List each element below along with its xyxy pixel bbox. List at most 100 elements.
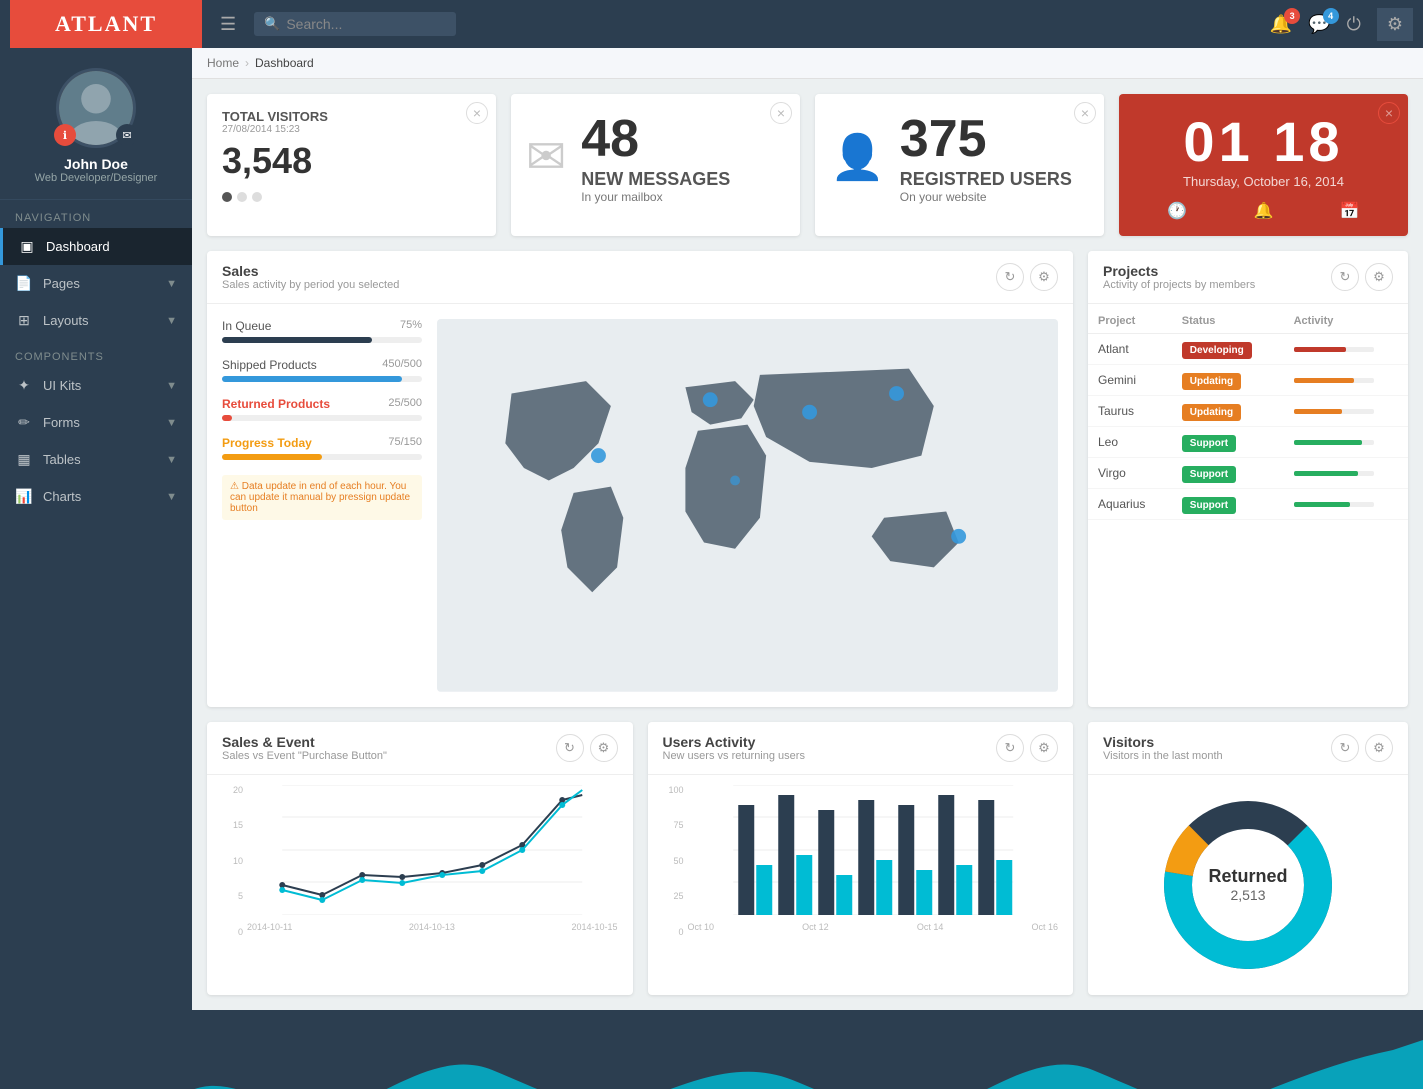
project-status: Updating: [1172, 396, 1284, 427]
dot-1[interactable]: [222, 192, 232, 202]
project-activity: [1284, 365, 1408, 396]
projects-table: Project Status Activity Atlant Developin…: [1088, 309, 1408, 520]
messages-desc: In your mailbox: [581, 190, 785, 204]
activity-bar-fill: [1294, 502, 1350, 507]
sidebar-profile: ℹ ✉ John Doe Web Developer/Designer: [0, 48, 192, 200]
settings-button[interactable]: ⚙: [590, 734, 618, 762]
area-section: Returned New: [192, 1010, 1423, 1089]
sidebar-item-tables[interactable]: ▦ Tables ▼: [0, 441, 192, 478]
project-name: Aquarius: [1088, 489, 1172, 520]
line-chart-svg-area: 2014-10-11 2014-10-13 2014-10-15: [247, 785, 618, 937]
activity-bar-wrap: [1294, 440, 1374, 445]
stat-card-users: × 👤 375 REGISTRED USERS On your website: [815, 94, 1104, 236]
activity-bar-fill: [1294, 409, 1342, 414]
alarm-icon[interactable]: 🔔: [1254, 201, 1274, 221]
refresh-button[interactable]: ↻: [996, 263, 1024, 291]
close-button[interactable]: ×: [1074, 102, 1096, 124]
activity-bar-fill: [1294, 378, 1354, 383]
metric-returned: Returned Products 25/500: [222, 397, 422, 421]
users-activity-title: Users Activity: [663, 734, 997, 750]
project-status: Developing: [1172, 334, 1284, 365]
calendar-icon[interactable]: 📅: [1340, 201, 1360, 221]
users-label: REGISTRED USERS: [900, 169, 1089, 190]
settings-button[interactable]: ⚙: [1030, 734, 1058, 762]
visitors-title: Visitors: [1103, 734, 1331, 750]
settings-button[interactable]: ⚙: [1030, 263, 1058, 291]
project-activity: [1284, 427, 1408, 458]
sales-alert: ⚠ Data update in end of each hour. You c…: [222, 475, 422, 520]
bar-chart-svg: [688, 785, 1059, 915]
close-button[interactable]: ×: [770, 102, 792, 124]
breadcrumb-home[interactable]: Home: [207, 56, 239, 70]
settings-button[interactable]: ⚙: [1377, 8, 1413, 41]
settings-button[interactable]: ⚙: [1365, 734, 1393, 762]
visitors-panel: Visitors Visitors in the last month ↻ ⚙: [1088, 722, 1408, 995]
activity-bar-bg: [1294, 378, 1374, 383]
metric-shipped-label: Shipped Products 450/500: [222, 358, 422, 372]
users-activity-actions: ↻ ⚙: [996, 734, 1058, 762]
dot-2[interactable]: [237, 192, 247, 202]
sidebar-item-uikits[interactable]: ✦ UI Kits ▼: [0, 367, 192, 404]
status-badge: Support: [1182, 435, 1236, 452]
donut-area: Returned 2,513: [1088, 775, 1408, 995]
clock-icon[interactable]: 🕐: [1167, 201, 1187, 221]
refresh-button[interactable]: ↻: [1331, 734, 1359, 762]
dot-3[interactable]: [252, 192, 262, 202]
donut-center-labels: Returned 2,513: [1208, 866, 1287, 903]
world-map: [437, 319, 1058, 692]
avatar-mail-icon[interactable]: ✉: [116, 124, 138, 146]
sales-event-actions: ↻ ⚙: [556, 734, 618, 762]
x-label: Oct 16: [1031, 922, 1058, 932]
sidebar-item-forms[interactable]: ✏ Forms ▼: [0, 404, 192, 441]
refresh-button[interactable]: ↻: [1331, 263, 1359, 291]
refresh-button[interactable]: ↻: [556, 734, 584, 762]
users-activity-text: Users Activity New users vs returning us…: [663, 734, 997, 762]
settings-button[interactable]: ⚙: [1365, 263, 1393, 291]
chevron-down-icon: ▼: [166, 315, 177, 327]
sidebar-item-label: Dashboard: [46, 239, 177, 254]
activity-bar-bg: [1294, 440, 1374, 445]
chevron-down-icon: ▼: [166, 454, 177, 466]
clock-date: Thursday, October 16, 2014: [1134, 174, 1393, 189]
close-button[interactable]: ×: [1378, 102, 1400, 124]
metric-inqueue: In Queue 75%: [222, 319, 422, 343]
activity-bar-wrap: [1294, 471, 1374, 476]
x-label: Oct 10: [688, 922, 715, 932]
visitors-actions: ↻ ⚙: [1331, 734, 1393, 762]
chart-x-labels: 2014-10-11 2014-10-13 2014-10-15: [247, 920, 618, 937]
sidebar-item-dashboard[interactable]: ▣ Dashboard: [0, 228, 192, 265]
sidebar-item-label: Forms: [43, 415, 156, 430]
messages-count: 48: [581, 109, 785, 169]
content-area: Home › Dashboard × TOTAL VISITORS 27/08/…: [192, 48, 1423, 1089]
refresh-button[interactable]: ↻: [996, 734, 1024, 762]
visitors-subtitle: Visitors in the last month: [1103, 750, 1331, 762]
sales-event-panel: Sales & Event Sales vs Event "Purchase B…: [207, 722, 633, 995]
metric-progress-label: Progress Today 75/150: [222, 436, 422, 450]
search-input[interactable]: [286, 16, 446, 32]
stat-card-messages: × ✉ 48 NEW MESSAGES In your mailbox: [511, 94, 800, 236]
messages-button[interactable]: 💬 4: [1308, 14, 1330, 35]
dashboard-icon: ▣: [18, 238, 36, 255]
table-row: Virgo Support: [1088, 458, 1408, 489]
avatar-info-icon[interactable]: ℹ: [54, 124, 76, 146]
visitors-text: Visitors Visitors in the last month: [1103, 734, 1331, 762]
status-badge: Support: [1182, 466, 1236, 483]
profile-role: Web Developer/Designer: [35, 172, 158, 184]
activity-bar-fill: [1294, 471, 1358, 476]
search-icon: 🔍: [264, 16, 280, 32]
sidebar-item-layouts[interactable]: ⊞ Layouts ▼: [0, 302, 192, 339]
menu-toggle-button[interactable]: ☰: [212, 14, 244, 35]
search-box[interactable]: 🔍: [254, 12, 456, 36]
sidebar-item-pages[interactable]: 📄 Pages ▼: [0, 265, 192, 302]
brand-logo: ATLANT: [10, 0, 202, 48]
close-button[interactable]: ×: [466, 102, 488, 124]
notifications-button[interactable]: 🔔 3: [1270, 14, 1292, 35]
sidebar-item-charts[interactable]: 📊 Charts ▼: [0, 478, 192, 515]
sales-title: Sales: [222, 263, 996, 279]
metric-progress: Progress Today 75/150: [222, 436, 422, 460]
project-activity: [1284, 489, 1408, 520]
power-button[interactable]: ⏻: [1347, 14, 1361, 35]
users-count: 375: [900, 109, 1089, 169]
donut-returned-label: Returned: [1208, 866, 1287, 887]
area-chart-svg: [192, 1010, 1423, 1089]
